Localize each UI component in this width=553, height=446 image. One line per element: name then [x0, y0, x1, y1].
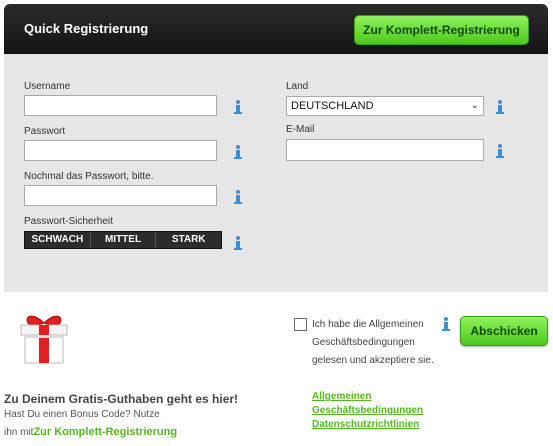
info-icon[interactable] [233, 235, 243, 251]
promo-text-line-1: Hast Du einen Bonus Code? Nutze [4, 409, 160, 420]
password-label: Passwort [24, 126, 66, 137]
panel-header: Quick Registrierung Zur Komplett-Registr… [4, 4, 548, 54]
username-input[interactable] [24, 95, 217, 116]
agb-link-line-1[interactable]: Allgemeinen [312, 391, 371, 402]
info-icon[interactable] [233, 189, 243, 205]
strength-medium: MITTEL [91, 232, 157, 248]
username-label: Username [24, 81, 71, 92]
country-select[interactable]: DEUTSCHLAND ⌄ [286, 96, 484, 116]
strength-strong: STARK [171, 234, 206, 245]
info-icon[interactable] [495, 143, 505, 159]
country-label: Land [286, 81, 309, 92]
country-value: DEUTSCHLAND [291, 100, 374, 112]
gift-icon [20, 315, 68, 364]
privacy-link[interactable]: Datenschutzrichtlinien [312, 419, 419, 430]
quick-registration-panel: Quick Registrierung Zur Komplett-Registr… [4, 4, 548, 292]
email-input[interactable] [286, 139, 484, 161]
promo-full-registration-link[interactable]: Zur Komplett-Registrierung [33, 426, 177, 438]
promo-title: Zu Deinem Gratis-Guthaben geht es hier! [4, 392, 239, 406]
password-strength-label: Passwort-Sicherheit [24, 216, 113, 227]
info-icon[interactable] [441, 316, 451, 332]
terms-checkbox[interactable] [294, 318, 307, 331]
password-input[interactable] [24, 140, 217, 161]
strength-weak: SCHWACH [25, 232, 91, 248]
password-repeat-label: Nochmal das Passwort, bitte. [24, 171, 154, 182]
email-label: E-Mail [286, 124, 315, 135]
promo-text-line-2: ihn mitZur Komplett-Registrierung [4, 426, 177, 438]
password-strength-meter: SCHWACH MITTEL STARK [24, 231, 222, 249]
terms-text: Ich habe die Allgemeinen Geschäftsbeding… [312, 319, 434, 366]
password-repeat-input[interactable] [24, 185, 217, 206]
info-icon[interactable] [233, 144, 243, 160]
panel-title: Quick Registrierung [24, 21, 149, 36]
info-icon[interactable] [233, 99, 243, 115]
info-icon[interactable] [495, 99, 505, 115]
submit-button[interactable]: Abschicken [460, 316, 548, 346]
promo-text-prefix: ihn mit [4, 427, 34, 438]
full-registration-button[interactable]: Zur Komplett-Registrierung [354, 15, 529, 45]
agb-link-line-2[interactable]: Geschäftsbedingungen [312, 405, 423, 416]
chevron-down-icon: ⌄ [470, 100, 479, 111]
